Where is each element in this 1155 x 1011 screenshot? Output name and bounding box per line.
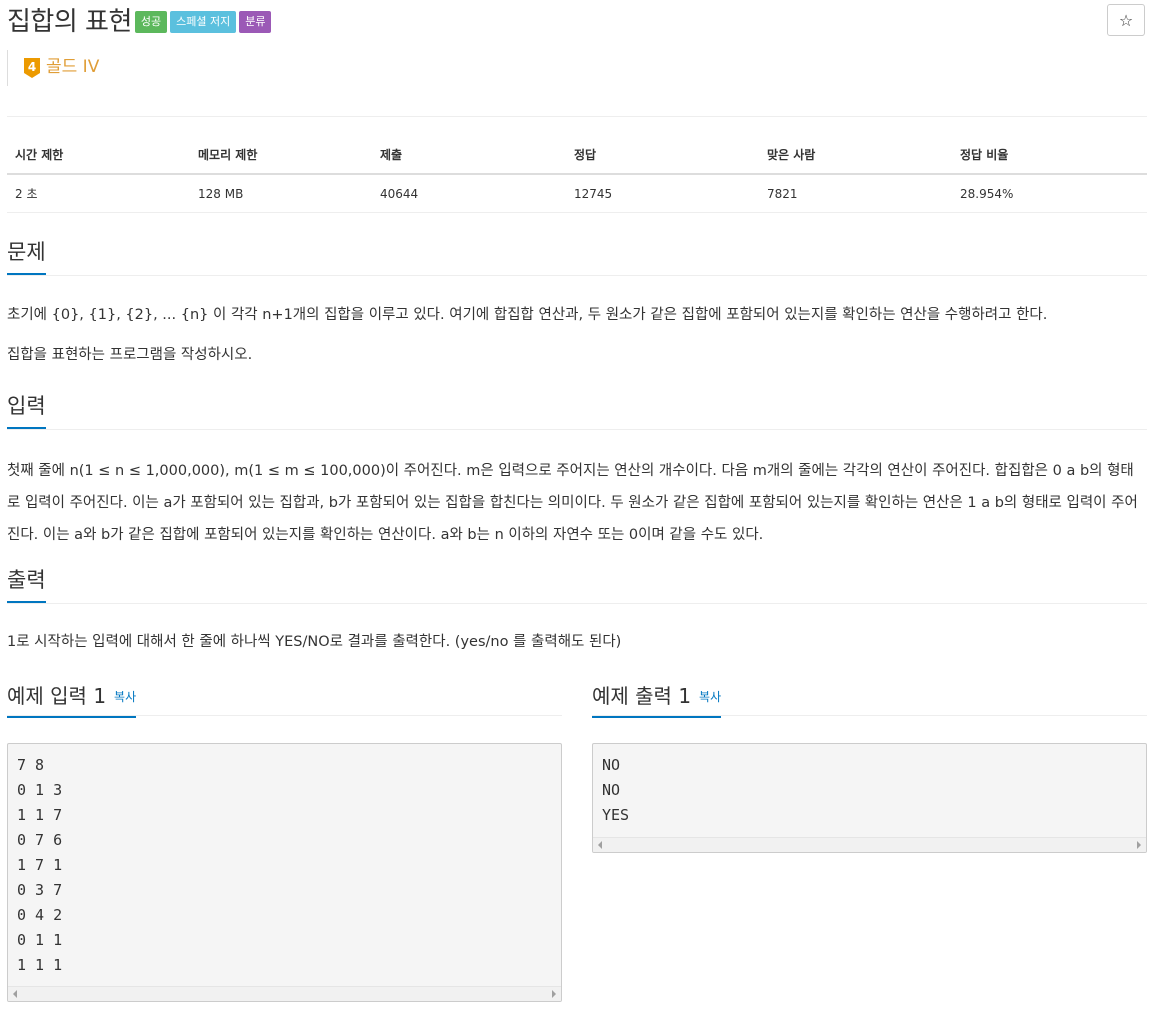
scroll-left-arrow-icon[interactable] <box>598 841 602 849</box>
sample-input-title-text: 예제 입력 1 <box>7 684 107 708</box>
output-section-header: 출력 <box>7 563 1147 604</box>
header-time-limit: 시간 제한 <box>7 136 190 175</box>
sample-input-title: 예제 입력 1 복사 <box>7 681 137 718</box>
horizontal-scrollbar[interactable] <box>593 837 1146 852</box>
accept-ratio-value: 28.954% <box>952 174 1147 213</box>
star-button[interactable]: ☆ <box>1107 4 1145 36</box>
problem-info-table: 시간 제한 메모리 제한 제출 정답 맞은 사람 정답 비율 2 초 128 M… <box>7 136 1147 213</box>
scroll-left-arrow-icon[interactable] <box>13 990 17 998</box>
status-badge-success: 성공 <box>134 11 168 33</box>
scroll-right-arrow-icon[interactable] <box>1137 841 1141 849</box>
input-section-header: 입력 <box>7 389 1147 430</box>
horizontal-scrollbar[interactable] <box>8 986 561 1001</box>
tier-number: 4 <box>28 60 36 74</box>
header-submissions: 제출 <box>372 136 566 175</box>
input-title: 입력 <box>7 389 46 429</box>
solved-users-value: 7821 <box>759 174 952 213</box>
table-row: 2 초 128 MB 40644 12745 7821 28.954% <box>7 174 1147 213</box>
description-paragraph-1: 초기에 {0}, {1}, {2}, ... {n} 이 각각 n+1개의 집합… <box>7 307 1048 323</box>
tier-badge-icon: 4 <box>24 58 40 78</box>
header-accept-ratio: 정답 비율 <box>952 136 1147 175</box>
special-judge-badge: 스페셜 저지 <box>170 11 237 33</box>
table-header-row: 시간 제한 메모리 제한 제출 정답 맞은 사람 정답 비율 <box>7 136 1147 175</box>
tier-box: 4 골드 IV <box>7 50 99 86</box>
sample-output-line: NO <box>602 781 621 799</box>
sample-output-line: NO <box>602 756 621 774</box>
description-section-header: 문제 <box>7 235 1147 276</box>
sample-input-box[interactable]: 7 8 0 1 3 1 1 7 0 7 6 1 7 1 0 3 7 0 4 2 0 1 1 1 … <box>7 743 562 1002</box>
sample-output-line: YES <box>602 806 630 824</box>
input-description: 첫째 줄에 n(1 ≤ n ≤ 1,000,000), m(1 ≤ m ≤ 10… <box>7 463 1138 543</box>
description-paragraph-2: 집합을 표현하는 프로그램을 작성하시오. <box>7 347 253 363</box>
divider <box>7 116 1147 117</box>
sample-output-copy-link[interactable]: 복사 <box>699 690 721 704</box>
memory-limit-value: 128 MB <box>190 174 372 213</box>
output-title: 출력 <box>7 563 46 603</box>
title-row: 집합의 표현 성공 스페셜 저지 분류 <box>7 4 272 40</box>
sample-input-line: 1 1 1 <box>17 956 63 974</box>
header-memory-limit: 메모리 제한 <box>190 136 372 175</box>
submissions-value: 40644 <box>372 174 566 213</box>
sample-output-title: 예제 출력 1 복사 <box>592 681 722 718</box>
sample-input-line: 0 7 6 <box>17 831 63 849</box>
description-title: 문제 <box>7 235 46 275</box>
scroll-right-arrow-icon[interactable] <box>552 990 556 998</box>
sample-input-line: 0 1 3 <box>17 781 63 799</box>
accepted-value: 12745 <box>566 174 759 213</box>
sample-input-line: 0 3 7 <box>17 881 63 899</box>
sample-output-header: 예제 출력 1 복사 <box>592 681 1147 718</box>
time-limit-value: 2 초 <box>7 174 190 213</box>
sample-output-box[interactable]: NO NO YES <box>592 743 1147 853</box>
sample-input-line: 1 7 1 <box>17 856 63 874</box>
sample-input-line: 1 1 7 <box>17 806 63 824</box>
category-badge[interactable]: 분류 <box>239 11 272 33</box>
tier-label[interactable]: 골드 IV <box>46 57 99 77</box>
output-description: 1로 시작하는 입력에 대해서 한 줄에 하나씩 YES/NO로 결과를 출력한… <box>7 634 622 650</box>
sample-output-title-text: 예제 출력 1 <box>592 684 692 708</box>
page-title: 집합의 표현 <box>7 7 132 37</box>
sample-input-copy-link[interactable]: 복사 <box>114 690 136 704</box>
sample-input-line: 7 8 <box>17 756 45 774</box>
sample-input-header: 예제 입력 1 복사 <box>7 681 562 718</box>
sample-input-line: 0 4 2 <box>17 906 63 924</box>
star-icon: ☆ <box>1118 10 1134 30</box>
header-solved-users: 맞은 사람 <box>759 136 952 175</box>
header-accepted: 정답 <box>566 136 759 175</box>
sample-input-line: 0 1 1 <box>17 931 63 949</box>
